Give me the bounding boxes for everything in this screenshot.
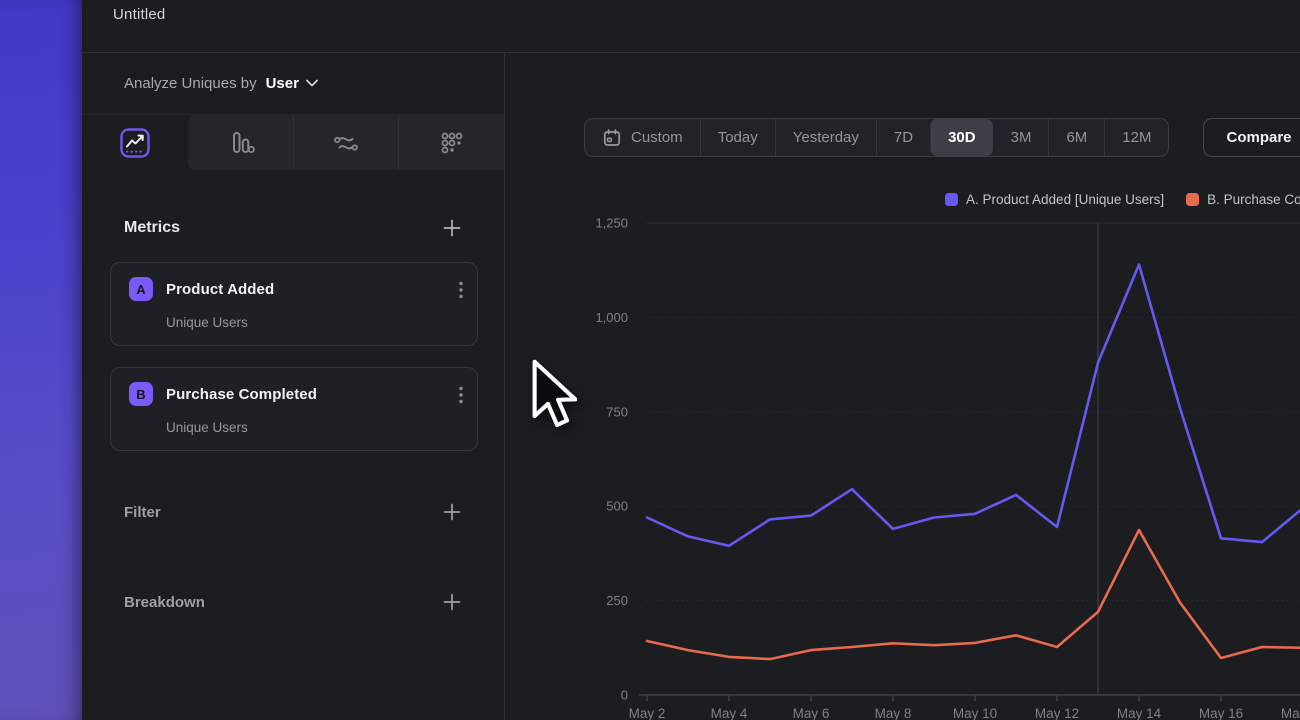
metric-card-b[interactable]: B Purchase Completed Unique Users: [110, 367, 478, 451]
tab-strip: [188, 115, 504, 170]
add-filter-button[interactable]: [442, 502, 462, 522]
filter-header: Filter: [124, 495, 462, 529]
kebab-menu-icon[interactable]: [459, 281, 463, 304]
app-window: Untitled Analyze Uniques by User: [82, 0, 1300, 720]
metric-measure[interactable]: Unique Users: [166, 315, 248, 330]
range-option-7d[interactable]: 7D: [876, 119, 930, 156]
metrics-header: Metrics: [124, 211, 462, 245]
line-chart-icon: [120, 128, 150, 158]
time-range-control: CustomTodayYesterday7D30D3M6M12M: [584, 118, 1169, 157]
tab-flows[interactable]: [293, 115, 399, 170]
bars-icon: [225, 128, 255, 158]
metric-badge-a: A: [129, 277, 153, 301]
analyze-uniques-value-dropdown[interactable]: User: [266, 75, 299, 92]
metric-card-a[interactable]: A Product Added Unique Users: [110, 262, 478, 346]
metrics-title: Metrics: [124, 219, 180, 237]
range-option-yesterday[interactable]: Yesterday: [775, 119, 876, 156]
desktop-gradient-strip: [0, 0, 82, 720]
tab-funnels[interactable]: [188, 115, 293, 170]
metric-badge-b: B: [129, 382, 153, 406]
kebab-menu-icon[interactable]: [459, 386, 463, 409]
legend-item[interactable]: B. Purchase Completed [Unique Users]: [1186, 192, 1300, 207]
legend-swatch: [945, 193, 958, 206]
flows-icon: [331, 128, 361, 158]
metric-name[interactable]: Product Added: [166, 281, 274, 298]
titlebar: Untitled: [82, 0, 1300, 53]
range-option-custom[interactable]: Custom: [585, 119, 700, 156]
tab-retention[interactable]: [398, 115, 504, 170]
metric-measure[interactable]: Unique Users: [166, 420, 248, 435]
add-metric-button[interactable]: [442, 218, 462, 238]
mouse-cursor: [531, 358, 577, 430]
sidebar: Analyze Uniques by User: [82, 53, 505, 720]
breakdown-header: Breakdown: [124, 585, 462, 619]
compare-button[interactable]: Compare: [1203, 118, 1300, 157]
range-option-3m[interactable]: 3M: [993, 119, 1049, 156]
chevron-down-icon[interactable]: [306, 79, 318, 87]
range-option-30d[interactable]: 30D: [930, 119, 993, 156]
legend-label: A. Product Added [Unique Users]: [966, 192, 1164, 207]
range-option-today[interactable]: Today: [700, 119, 775, 156]
analyze-uniques-label: Analyze Uniques by: [124, 75, 257, 92]
range-option-6m[interactable]: 6M: [1048, 119, 1104, 156]
breakdown-title: Breakdown: [124, 594, 205, 611]
dots-grid-icon: [437, 128, 467, 158]
legend-label: B. Purchase Completed [Unique Users]: [1207, 192, 1300, 207]
legend-swatch: [1186, 193, 1199, 206]
tab-insights-line[interactable]: [82, 115, 188, 170]
report-title[interactable]: Untitled: [113, 6, 165, 23]
analyze-uniques-row: Analyze Uniques by User: [82, 53, 504, 113]
metric-name[interactable]: Purchase Completed: [166, 386, 317, 403]
filter-title: Filter: [124, 504, 161, 521]
legend-item[interactable]: A. Product Added [Unique Users]: [945, 192, 1164, 207]
chart-legend: A. Product Added [Unique Users] B. Purcha…: [945, 191, 1300, 207]
add-breakdown-button[interactable]: [442, 592, 462, 612]
screen: Untitled Analyze Uniques by User: [0, 0, 1300, 720]
range-option-12m[interactable]: 12M: [1104, 119, 1168, 156]
chart-type-tabs: [82, 114, 504, 170]
calendar-icon: [602, 128, 622, 148]
